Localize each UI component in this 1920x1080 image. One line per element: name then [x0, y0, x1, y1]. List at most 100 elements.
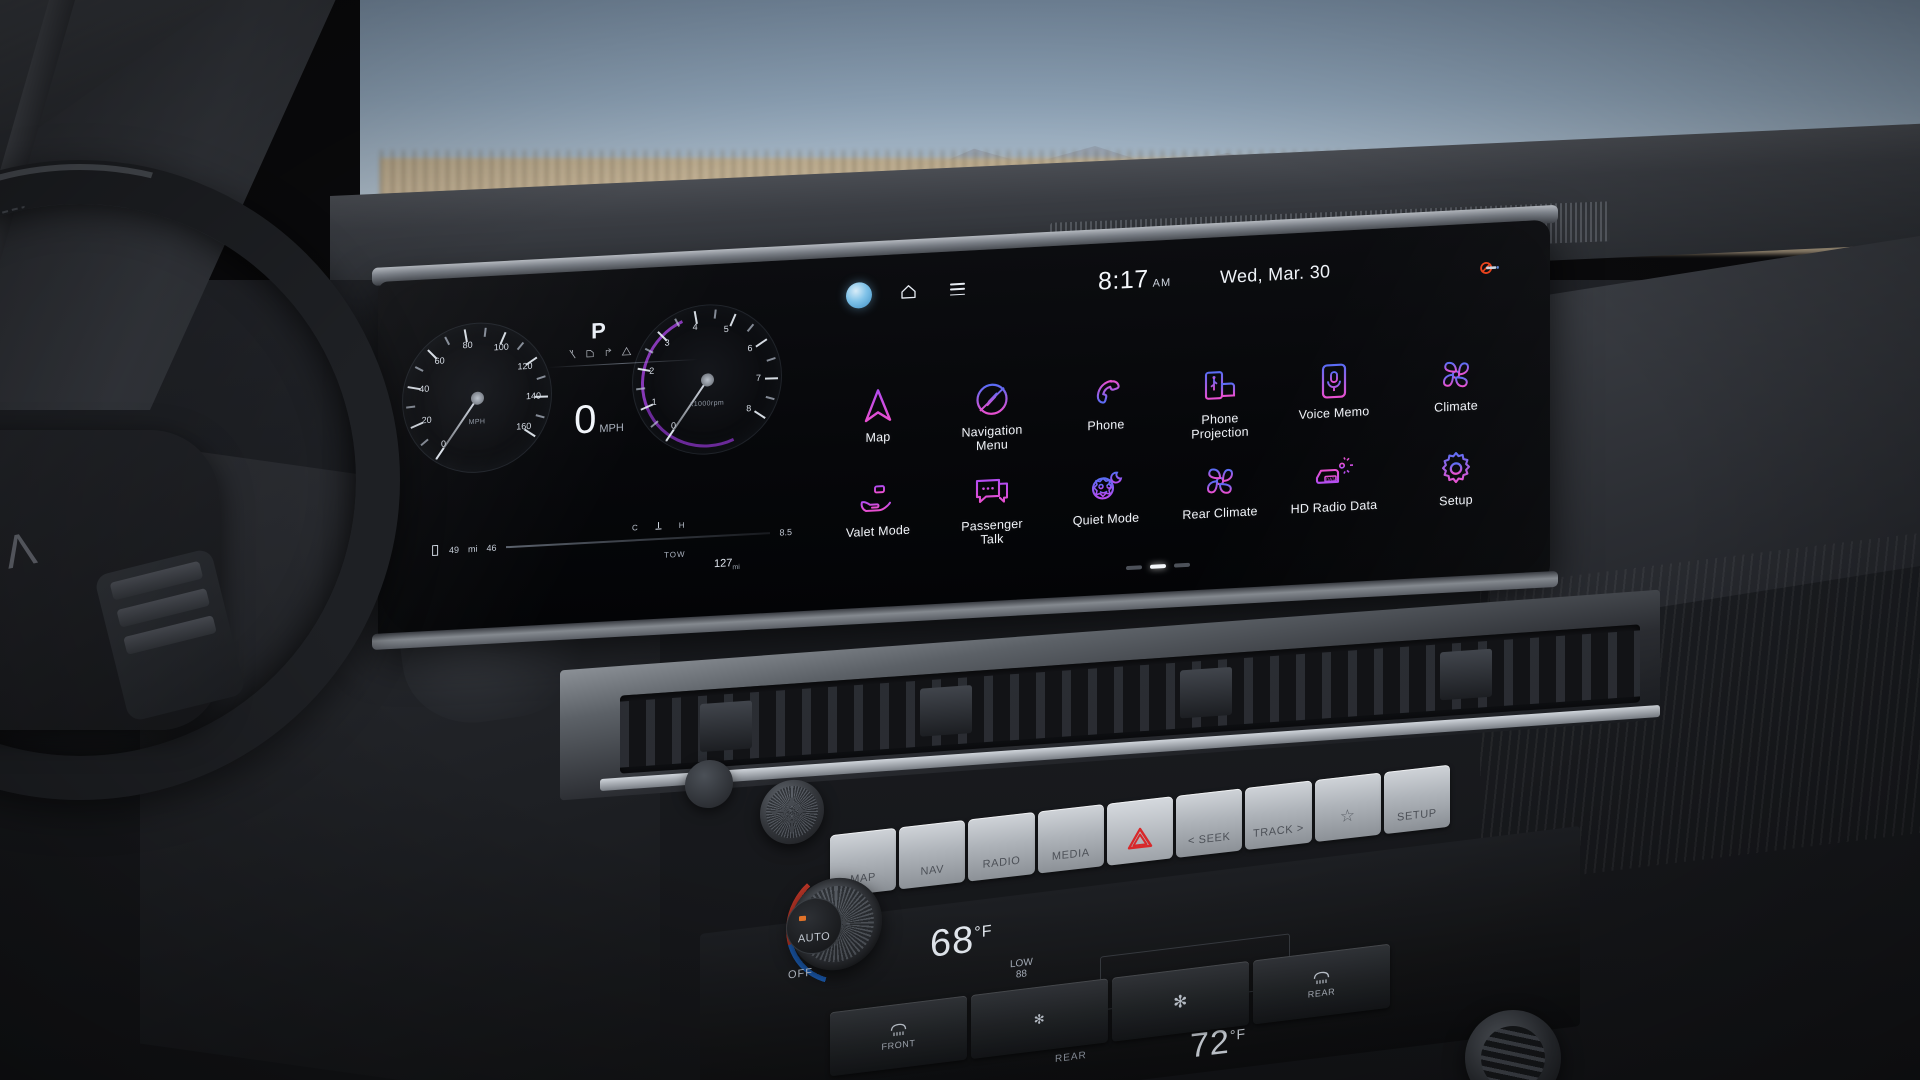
front-defrost-icon: [890, 1023, 907, 1036]
head-unit-button-media[interactable]: MEDIA: [1037, 804, 1104, 874]
head-unit-button-star[interactable]: ☆: [1314, 772, 1381, 843]
climate-button-label: REAR: [1307, 985, 1336, 1000]
app-tile-label: Climate: [1434, 398, 1478, 415]
head-unit-button-radio[interactable]: RADIO: [968, 812, 1035, 882]
clock-time: 8:17: [1098, 264, 1149, 296]
svg-text:DATA: DATA: [1326, 476, 1337, 482]
app-tile-label: Map: [865, 429, 891, 446]
rear-defrost-icon: [1313, 971, 1330, 984]
gauge-tick: [764, 377, 779, 380]
gauge-tick-label: 160: [516, 420, 532, 432]
cluster-footer-info: 49 mi 46 8.5: [432, 526, 792, 557]
auto-indicator-led: [799, 915, 806, 922]
gauge-tick: [406, 406, 416, 409]
head-unit-button-nav[interactable]: NAV: [899, 819, 966, 890]
driver-temp-value: 68: [930, 918, 975, 966]
fan-icon: [1172, 457, 1268, 506]
vent-blade[interactable]: [920, 685, 972, 737]
phone-handset-icon: [1058, 369, 1154, 418]
gauge-tick: [536, 375, 546, 380]
star-icon: ☆: [1339, 805, 1356, 827]
temp-cold-label: C: [632, 523, 638, 533]
hazard-triangle-icon: [1127, 827, 1153, 850]
vent-blade[interactable]: [1180, 666, 1232, 719]
app-tile-map[interactable]: Map: [830, 381, 926, 447]
gauge-tick-label: 80: [462, 339, 473, 351]
speedometer-unit: MPH: [468, 417, 486, 426]
tachometer-hub: [700, 372, 714, 387]
head-unit-button-track[interactable]: TRACK >: [1245, 780, 1312, 851]
app-tile-label: Passenger Talk: [961, 516, 1023, 547]
speech-bubble-icon: [944, 469, 1040, 518]
auto-label: AUTO: [797, 930, 831, 946]
tow-mode-label: TOW: [664, 549, 686, 560]
gauge-tick: [414, 366, 424, 372]
hd-radio-data-icon: DATA: [1286, 451, 1382, 500]
microphone-icon: [1286, 357, 1382, 406]
fan-icon: [1408, 350, 1504, 399]
app-tile-label: HD Radio Data: [1290, 497, 1378, 517]
app-tile-climate[interactable]: Climate: [1408, 350, 1504, 416]
page-dot-2[interactable]: [1150, 564, 1166, 569]
app-tile-label: Setup: [1439, 492, 1473, 509]
gauge-tick-label: 40: [419, 383, 430, 395]
app-tile-voice-memo[interactable]: Voice Memo: [1286, 357, 1382, 423]
tachometer-gauge: 012345678 x1000rpm: [620, 295, 796, 466]
digital-speed-value: 0: [574, 397, 597, 443]
speedometer-gauge: 0 20 40 60 80 100 120 140 160 MPH: [402, 318, 552, 477]
app-tile-hd-radio-data[interactable]: DATA HD Radio Data: [1286, 451, 1382, 517]
app-grid[interactable]: Map Navigation Menu Phone Phone Projection…: [830, 291, 1530, 568]
digital-speed-unit: MPH: [599, 421, 624, 436]
gauge-tick: [516, 341, 524, 350]
app-tile-label: Valet Mode: [845, 522, 911, 541]
app-tile-label: Navigation Menu: [961, 422, 1023, 454]
turn-signal-icon: [605, 348, 611, 357]
gauge-tick-label: 2: [649, 365, 655, 376]
app-tile-label: Phone Projection: [1191, 411, 1249, 442]
app-tile-label: Voice Memo: [1298, 404, 1370, 422]
coolant-icon: [655, 522, 662, 530]
gauge-tick-label: 60: [434, 355, 445, 366]
vent-blade[interactable]: [700, 700, 752, 753]
page-indicator[interactable]: [1126, 562, 1190, 570]
app-tile-setup[interactable]: Setup: [1408, 444, 1504, 510]
speedometer-hub: [470, 390, 484, 405]
navigation-arrow-icon: [830, 381, 926, 430]
page-dot-3[interactable]: [1174, 562, 1190, 568]
head-unit-button-label: RADIO: [982, 854, 1021, 871]
clock: 8:17 AM: [1098, 264, 1171, 297]
driver-temp-unit: °F: [974, 922, 993, 942]
app-tile-quiet-mode[interactable]: Quiet Mode: [1058, 463, 1154, 529]
app-tile-valet-mode[interactable]: Valet Mode: [830, 475, 926, 541]
home-icon[interactable]: [900, 283, 917, 300]
car-interior-scene: 0 20 40 60 80 100 120 140 160 MPH 012345678 x100…: [0, 0, 1920, 1080]
range-readout: 127mi: [714, 557, 740, 573]
fan-small-icon: ✻: [1033, 1010, 1046, 1027]
gauge-tick-label: 3: [664, 337, 670, 348]
head-unit-button-hazard-triangle[interactable]: [1106, 796, 1174, 866]
infotainment-area: 8:17 AM Wed, Mar. 30 Map Navigation Menu P…: [830, 229, 1530, 616]
panoramic-display[interactable]: 0 20 40 60 80 100 120 140 160 MPH 012345678 x100…: [378, 219, 1550, 642]
vent-blade[interactable]: [1440, 648, 1492, 701]
app-tile-label: Rear Climate: [1182, 504, 1258, 523]
app-tile-phone-projection[interactable]: Phone Projection: [1172, 363, 1268, 443]
climate-button-label: FRONT: [881, 1037, 916, 1052]
gauge-tick-label: 4: [692, 321, 698, 333]
fan-large-icon: ✻: [1173, 990, 1188, 1012]
cluster-progress-bar: [505, 531, 771, 548]
fuel-range-value: 49: [449, 544, 460, 555]
app-tile-passenger-talk[interactable]: Passenger Talk: [944, 469, 1040, 549]
gauge-tick-label: 140: [525, 390, 542, 402]
weather-orb-icon[interactable]: [846, 281, 872, 310]
app-tile-phone[interactable]: Phone: [1058, 369, 1154, 435]
head-unit-button-seek[interactable]: < SEEK: [1176, 788, 1243, 858]
hamburger-menu-icon[interactable]: [950, 282, 965, 300]
instrument-cluster: 0 20 40 60 80 100 120 140 160 MPH 012345678 x100…: [396, 278, 796, 599]
app-tile-rear-climate[interactable]: Rear Climate: [1172, 457, 1268, 523]
head-unit-button-label: < SEEK: [1187, 830, 1231, 848]
head-unit-button-setup[interactable]: SETUP: [1383, 764, 1450, 835]
app-tile-navigation-menu[interactable]: Navigation Menu: [944, 375, 1040, 455]
fuel-range-unit: mi: [468, 543, 478, 554]
warning-triangle-icon: [621, 346, 631, 356]
page-dot-1[interactable]: [1126, 565, 1142, 570]
